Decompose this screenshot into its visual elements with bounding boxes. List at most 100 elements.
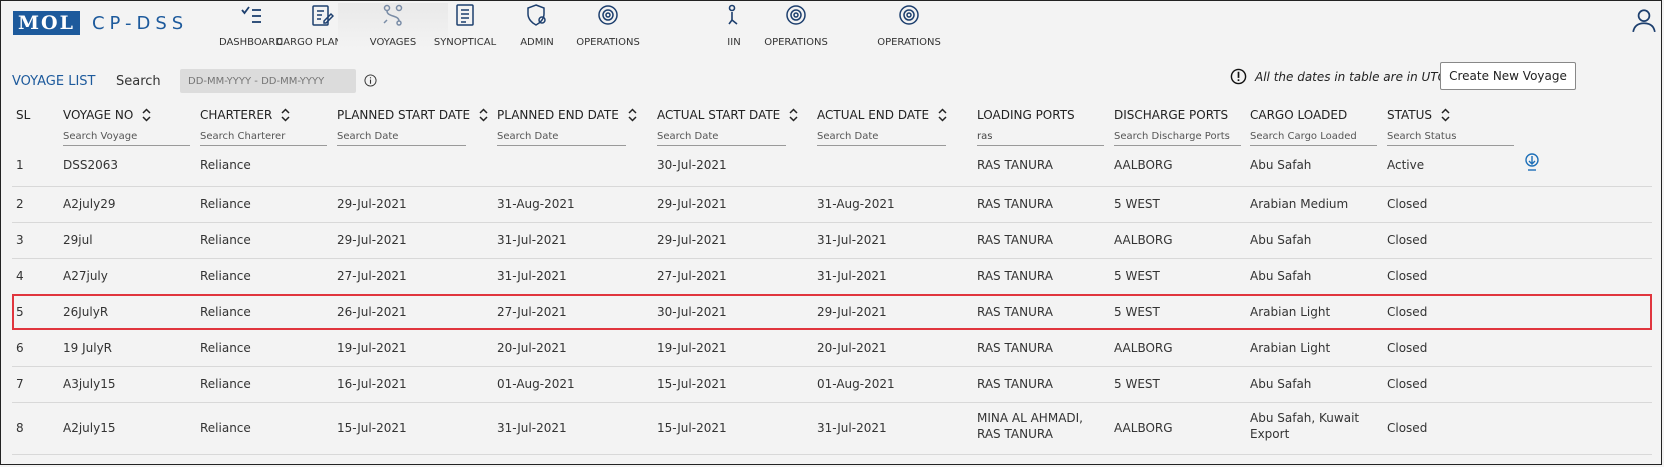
app-logo[interactable]: MOL CP-DSS — [13, 11, 188, 35]
table-cell: 7 — [16, 377, 24, 391]
table-cell: 15-Jul-2021 — [657, 421, 727, 435]
table-cell: 31-Jul-2021 — [817, 233, 887, 247]
column-header-label: VOYAGE NO — [63, 108, 134, 122]
table-cell: RAS TANURA — [977, 158, 1053, 172]
document-list-icon — [456, 4, 474, 26]
clipboard-edit-icon — [312, 5, 334, 26]
alert-icon — [1230, 68, 1247, 85]
table-cell: 5 WEST — [1114, 377, 1160, 391]
table-row[interactable]: 3 29jul Reliance 29-Jul-2021 31-Jul-2021 29-J… — [12, 222, 1652, 259]
table-cell: A2july29 — [63, 197, 116, 211]
column-header-voyage-no[interactable]: VOYAGE NO — [63, 108, 151, 122]
column-search-input[interactable] — [1250, 127, 1377, 146]
download-icon[interactable] — [1522, 152, 1542, 172]
table-cell: Active — [1387, 158, 1425, 172]
table-cell: 31-Jul-2021 — [497, 269, 567, 283]
table-cell: 31-Jul-2021 — [497, 233, 567, 247]
column-search-input[interactable] — [497, 127, 626, 146]
column-header-sl: SL — [16, 108, 30, 122]
table-cell: 2 — [16, 197, 24, 211]
sort-icon[interactable] — [789, 108, 798, 122]
table-cell: 26JulyR — [63, 305, 109, 319]
column-header-actual-start-date[interactable]: ACTUAL START DATE — [657, 108, 798, 122]
table-row[interactable]: 6 19 JulyR Reliance 19-Jul-2021 20-Jul-2021 1… — [12, 330, 1652, 367]
table-cell: RAS TANURA — [977, 269, 1053, 283]
sort-icon[interactable] — [479, 108, 488, 122]
nav-operations-3[interactable]: OPERATIONS — [854, 3, 964, 48]
table-cell: 1 — [16, 158, 24, 172]
table-cell: 29-Jul-2021 — [657, 197, 727, 211]
table-cell: Export — [1250, 427, 1290, 441]
table-cell: 16-Jul-2021 — [337, 377, 407, 391]
app-name: CP-DSS — [91, 12, 189, 34]
table-cell: 31-Jul-2021 — [817, 269, 887, 283]
table-cell: Abu Safah — [1250, 269, 1312, 283]
user-profile-icon[interactable] — [1631, 7, 1657, 33]
table-cell: 31-Aug-2021 — [497, 197, 575, 211]
column-header-actual-end-date[interactable]: ACTUAL END DATE — [817, 108, 947, 122]
table-cell: Reliance — [200, 158, 251, 172]
table-cell: 15-Jul-2021 — [657, 377, 727, 391]
sort-icon[interactable] — [281, 108, 290, 122]
column-search-input[interactable] — [63, 127, 190, 146]
table-cell: A27july — [63, 269, 108, 283]
table-cell: 5 — [16, 305, 24, 319]
table-cell: Closed — [1387, 233, 1428, 247]
sort-icon[interactable] — [142, 108, 151, 122]
sort-icon[interactable] — [628, 108, 637, 122]
column-search-input[interactable] — [977, 127, 1104, 146]
column-header-label: SL — [16, 108, 31, 122]
date-range-input[interactable] — [180, 69, 356, 93]
column-search-input[interactable] — [337, 127, 466, 146]
column-header-planned-end-date[interactable]: PLANNED END DATE — [497, 108, 637, 122]
utc-note-text: All the dates in table are in UTC — [1255, 69, 1447, 84]
table-cell: A2july15 — [63, 421, 116, 435]
table-cell: 3 — [16, 233, 24, 247]
column-header-planned-start-date[interactable]: PLANNED START DATE — [337, 108, 488, 122]
route-icon — [383, 4, 403, 26]
table-cell: Arabian Light — [1250, 341, 1331, 355]
gear-icon — [786, 5, 806, 25]
table-row[interactable]: 7 A3july15 Reliance 16-Jul-2021 01-Aug-2021 1… — [12, 366, 1652, 403]
sort-icon[interactable] — [938, 108, 947, 122]
column-search-input[interactable] — [817, 127, 946, 146]
table-row[interactable]: 8 A2july15 Reliance 15-Jul-2021 31-Jul-2021 1… — [12, 402, 1652, 455]
column-search-input[interactable] — [657, 127, 786, 146]
checklist-icon — [241, 6, 261, 23]
column-search-input[interactable] — [1387, 127, 1514, 146]
column-search-input[interactable] — [1114, 127, 1241, 146]
column-header-charterer[interactable]: CHARTERER — [200, 108, 290, 122]
voyage-list-title[interactable]: VOYAGE LIST — [12, 74, 95, 89]
column-header-status[interactable]: STATUS — [1387, 108, 1450, 122]
table-cell: Arabian Light — [1250, 305, 1331, 319]
table-cell: Arabian Medium — [1250, 197, 1349, 211]
table-cell: Reliance — [200, 341, 251, 355]
info-icon[interactable] — [364, 74, 377, 87]
table-cell: 5 WEST — [1114, 305, 1160, 319]
table-cell: 27-Jul-2021 — [337, 269, 407, 283]
table-row[interactable]: 1 DSS2063 Reliance 30-Jul-2021 RAS TANURA AAL… — [12, 147, 1652, 187]
column-header-label: CARGO LOADED — [1250, 108, 1348, 122]
table-cell: 26-Jul-2021 — [337, 305, 407, 319]
table-cell: Reliance — [200, 233, 251, 247]
table-cell: RAS TANURA — [977, 427, 1053, 441]
table-cell: 27-Jul-2021 — [497, 305, 567, 319]
sort-icon[interactable] — [1441, 108, 1450, 122]
create-new-voyage-button[interactable]: Create New Voyage — [1440, 62, 1576, 90]
column-header-label: ACTUAL START DATE — [657, 108, 781, 122]
nav-operations-2[interactable]: OPERATIONS — [741, 3, 851, 48]
table-cell: 31-Aug-2021 — [817, 197, 895, 211]
table-cell: Reliance — [200, 377, 251, 391]
table-cell: RAS TANURA — [977, 341, 1053, 355]
table-row[interactable]: 5 26JulyR Reliance 26-Jul-2021 27-Jul-2021 30… — [12, 294, 1652, 330]
table-cell: DSS2063 — [63, 158, 119, 172]
nav-label: OPERATIONS — [576, 37, 640, 48]
column-header-label: DISCHARGE PORTS — [1114, 108, 1229, 122]
table-row[interactable]: 2 A2july29 Reliance 29-Jul-2021 31-Aug-2021 2… — [12, 186, 1652, 223]
column-search-input[interactable] — [200, 127, 327, 146]
table-cell: 30-Jul-2021 — [657, 305, 727, 319]
mol-logo: MOL — [13, 11, 80, 35]
nav-operations-1[interactable]: OPERATIONS — [553, 3, 663, 48]
table-cell: Reliance — [200, 305, 251, 319]
table-row[interactable]: 4 A27july Reliance 27-Jul-2021 31-Jul-2021 27… — [12, 258, 1652, 295]
